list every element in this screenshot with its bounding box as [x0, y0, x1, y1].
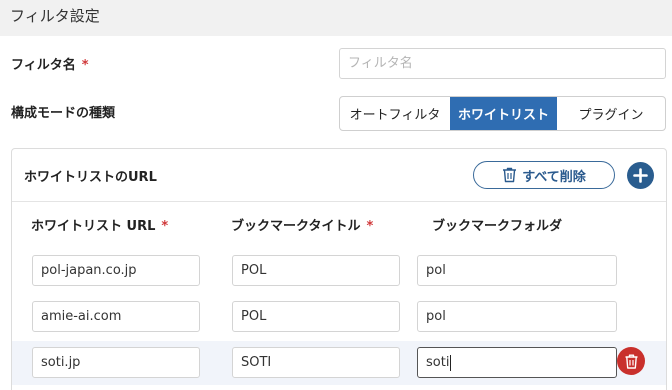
mode-selector: オートフィルタ ホワイトリスト プラグイン	[339, 96, 666, 131]
url-input[interactable]: soti.jp	[32, 347, 200, 378]
bookmark-folder-input[interactable]: pol	[417, 301, 617, 332]
mode-option-plugin[interactable]: プラグイン	[557, 97, 665, 130]
filter-name-input[interactable]	[339, 48, 666, 79]
bookmark-folder-input[interactable]: pol	[417, 255, 617, 286]
text-caret	[450, 354, 452, 371]
required-mark: *	[81, 58, 89, 73]
delete-row-button[interactable]	[617, 347, 645, 375]
trash-icon	[625, 354, 637, 369]
bookmark-title-input[interactable]: POL	[232, 301, 400, 332]
delete-all-label: すべて削除	[522, 169, 586, 185]
required-mark: *	[161, 219, 169, 234]
bookmark-title-input[interactable]: SOTI	[232, 347, 400, 378]
whitelist-title: ホワイトリストのURL	[24, 170, 157, 185]
column-header-bookmark-title: ブックマークタイトル *	[231, 219, 374, 234]
plus-icon	[633, 168, 648, 183]
trash-icon	[503, 167, 517, 183]
add-row-button[interactable]	[627, 162, 654, 189]
url-input[interactable]: amie-ai.com	[32, 301, 200, 332]
mode-option-autofilter[interactable]: オートフィルタ	[340, 97, 450, 130]
url-input[interactable]: pol-japan.co.jp	[32, 255, 200, 286]
required-mark: *	[366, 219, 374, 234]
whitelist-panel: ホワイトリストのURL すべて削除 ホワイトリスト URL * ブックマークタイト…	[11, 148, 667, 390]
column-header-bookmark-folder: ブックマークフォルダ	[432, 219, 563, 234]
bookmark-folder-value: soti	[426, 355, 450, 370]
mode-option-whitelist[interactable]: ホワイトリスト	[450, 97, 557, 130]
column-header-url: ホワイトリスト URL *	[31, 219, 169, 234]
delete-all-button[interactable]: すべて削除	[473, 161, 615, 189]
bookmark-title-input[interactable]: POL	[232, 255, 400, 286]
filter-name-label: フィルタ名 *	[11, 58, 89, 73]
page-title: フィルタ設定	[10, 7, 100, 25]
mode-label: 構成モードの種類	[11, 106, 116, 121]
page-header: フィルタ設定	[0, 0, 672, 36]
whitelist-panel-header: ホワイトリストのURL すべて削除	[12, 149, 666, 202]
bookmark-folder-input-active[interactable]: soti	[417, 347, 617, 378]
